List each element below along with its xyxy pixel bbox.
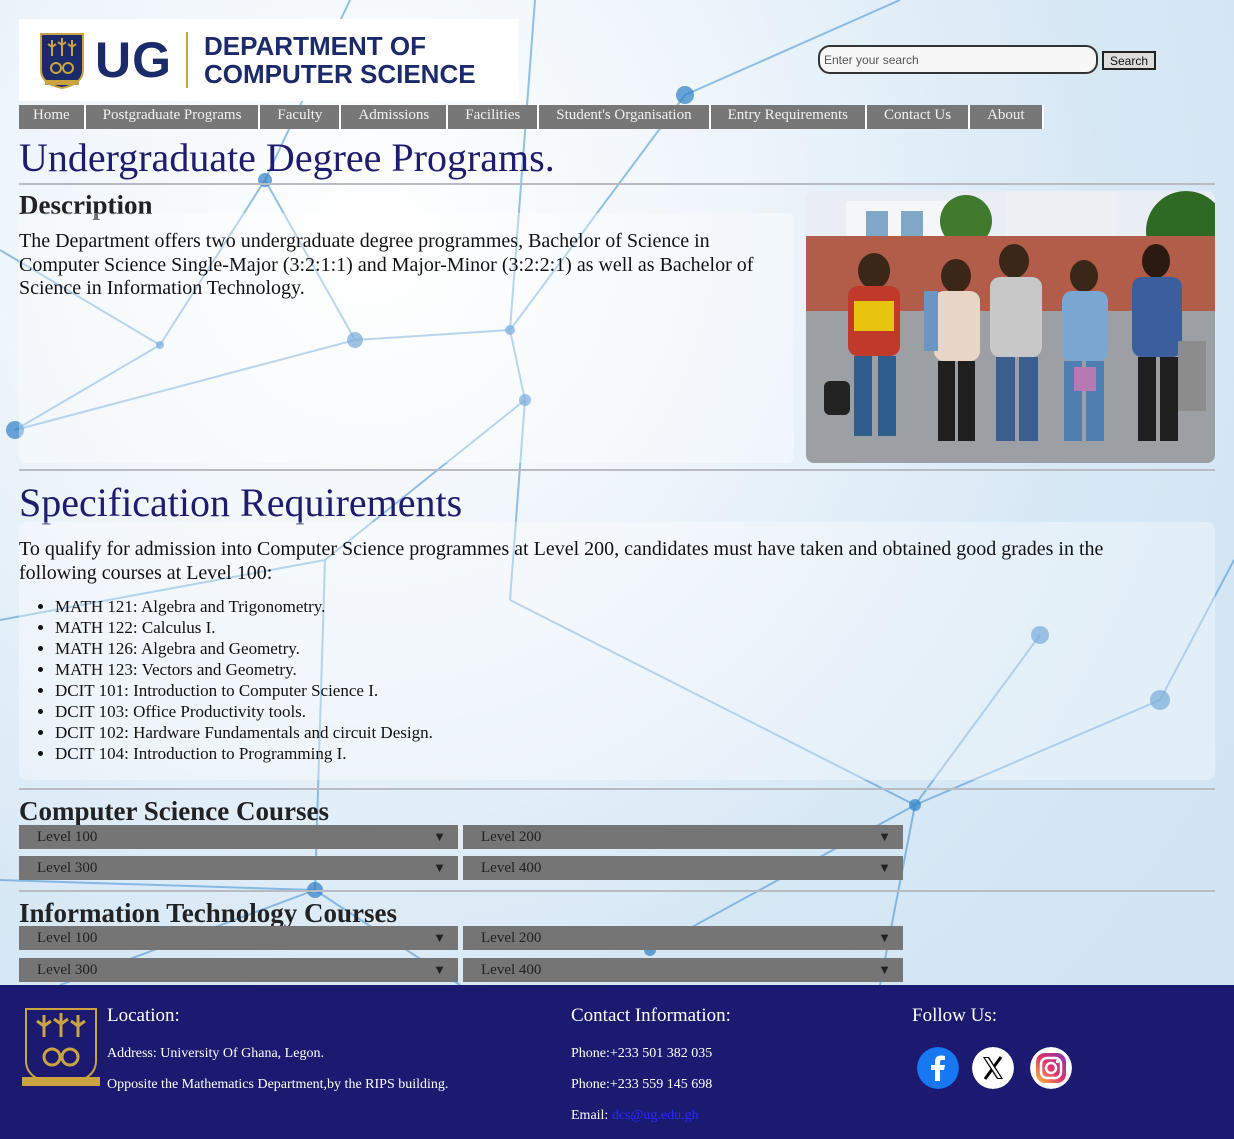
footer-email-link[interactable]: dcs@ug.edu.gh	[612, 1108, 699, 1123]
main-nav: Home Postgraduate Programs Faculty Admis…	[19, 105, 1044, 129]
footer-location-heading: Location:	[107, 1005, 180, 1026]
list-item: DCIT 102: Hardware Fundamentals and circ…	[55, 722, 433, 743]
footer-contact-heading: Contact Information:	[571, 1005, 731, 1026]
nav-item-contact-us[interactable]: Contact Us	[867, 105, 971, 129]
logo-divider	[186, 32, 188, 88]
cs-level-100-dropdown[interactable]: Level 100 ▼	[19, 825, 458, 849]
facebook-icon[interactable]	[917, 1047, 959, 1089]
nav-item-postgraduate-programs[interactable]: Postgraduate Programs	[86, 105, 261, 129]
divider	[19, 183, 1215, 185]
it-level-200-dropdown[interactable]: Level 200 ▼	[463, 926, 903, 950]
dropdown-label: Level 200	[481, 930, 542, 946]
footer-follow-heading: Follow Us:	[912, 1005, 997, 1026]
triangle-down-icon: ▼	[433, 962, 446, 977]
triangle-down-icon: ▼	[878, 829, 891, 844]
dropdown-label: Level 100	[37, 930, 98, 946]
nav-item-students-organisation[interactable]: Student's Organisation	[539, 105, 711, 129]
nav-item-facilities[interactable]: Facilities	[448, 105, 540, 129]
dropdown-label: Level 300	[37, 962, 98, 978]
list-item: MATH 123: Vectors and Geometry.	[55, 659, 433, 680]
description-text: The Department offers two undergraduate …	[19, 230, 754, 299]
list-item: MATH 121: Algebra and Trigonometry.	[55, 596, 433, 617]
it-courses-heading: Information Technology Courses	[19, 898, 398, 928]
footer-email: Email: dcs@ug.edu.gh	[571, 1108, 699, 1124]
it-level-300-dropdown[interactable]: Level 300 ▼	[19, 958, 458, 982]
triangle-down-icon: ▼	[433, 860, 446, 875]
logo-department-line1: DEPARTMENT OF	[204, 31, 426, 61]
instagram-icon[interactable]	[1030, 1047, 1072, 1089]
page-title: Undergraduate Degree Programs.	[19, 135, 555, 180]
logo-department-name: DEPARTMENT OF COMPUTER SCIENCE	[204, 32, 476, 88]
footer-phone-2: Phone:+233 559 145 698	[571, 1077, 713, 1092]
site-logo[interactable]: UG DEPARTMENT OF COMPUTER SCIENCE	[19, 19, 518, 101]
triangle-down-icon: ▼	[433, 930, 446, 945]
footer-phone-1: Phone:+233 501 382 035	[571, 1046, 713, 1061]
dropdown-label: Level 100	[37, 829, 98, 845]
footer-address: Address: University Of Ghana, Legon.	[107, 1046, 324, 1061]
cs-level-300-dropdown[interactable]: Level 300 ▼	[19, 856, 458, 880]
triangle-down-icon: ▼	[433, 829, 446, 844]
logo-department-line2: COMPUTER SCIENCE	[204, 59, 476, 89]
divider	[19, 469, 1215, 471]
spec-title: Specification Requirements	[19, 480, 463, 525]
cs-level-200-dropdown[interactable]: Level 200 ▼	[463, 825, 903, 849]
divider	[19, 890, 1215, 892]
cs-courses-heading: Computer Science Courses	[19, 796, 329, 826]
list-item: DCIT 101: Introduction to Computer Scien…	[55, 680, 433, 701]
it-level-400-dropdown[interactable]: Level 400 ▼	[463, 958, 903, 982]
list-item: MATH 122: Calculus I.	[55, 617, 433, 638]
footer-email-label: Email:	[571, 1108, 609, 1123]
dropdown-label: Level 400	[481, 962, 542, 978]
x-icon[interactable]	[972, 1047, 1014, 1089]
nav-item-about[interactable]: About	[970, 105, 1044, 129]
divider	[19, 788, 1215, 790]
list-item: MATH 126: Algebra and Geometry.	[55, 638, 433, 659]
ug-crest-icon	[40, 33, 84, 90]
dropdown-label: Level 300	[37, 860, 98, 876]
nav-item-faculty[interactable]: Faculty	[260, 105, 342, 129]
students-photo-illustration	[806, 191, 1215, 463]
spec-intro-text: To qualify for admission into Computer S…	[19, 538, 1104, 584]
logo-ug-text: UG	[95, 32, 172, 88]
nav-item-entry-requirements[interactable]: Entry Requirements	[711, 105, 867, 129]
it-level-100-dropdown[interactable]: Level 100 ▼	[19, 926, 458, 950]
search-input[interactable]	[818, 45, 1098, 74]
list-item: DCIT 103: Office Productivity tools.	[55, 701, 433, 722]
footer-directions: Opposite the Mathematics Department,by t…	[107, 1077, 449, 1092]
cs-level-400-dropdown[interactable]: Level 400 ▼	[463, 856, 903, 880]
nav-item-admissions[interactable]: Admissions	[341, 105, 449, 129]
ug-crest-icon	[22, 1008, 100, 1087]
dropdown-label: Level 400	[481, 860, 542, 876]
triangle-down-icon: ▼	[878, 860, 891, 875]
list-item: DCIT 104: Introduction to Programming I.	[55, 743, 433, 764]
required-course-list: MATH 121: Algebra and Trigonometry. MATH…	[55, 596, 433, 764]
dropdown-label: Level 200	[481, 829, 542, 845]
students-photo	[806, 191, 1215, 463]
search-button[interactable]: Search	[1102, 51, 1156, 70]
triangle-down-icon: ▼	[878, 930, 891, 945]
triangle-down-icon: ▼	[878, 962, 891, 977]
nav-item-home[interactable]: Home	[19, 105, 86, 129]
